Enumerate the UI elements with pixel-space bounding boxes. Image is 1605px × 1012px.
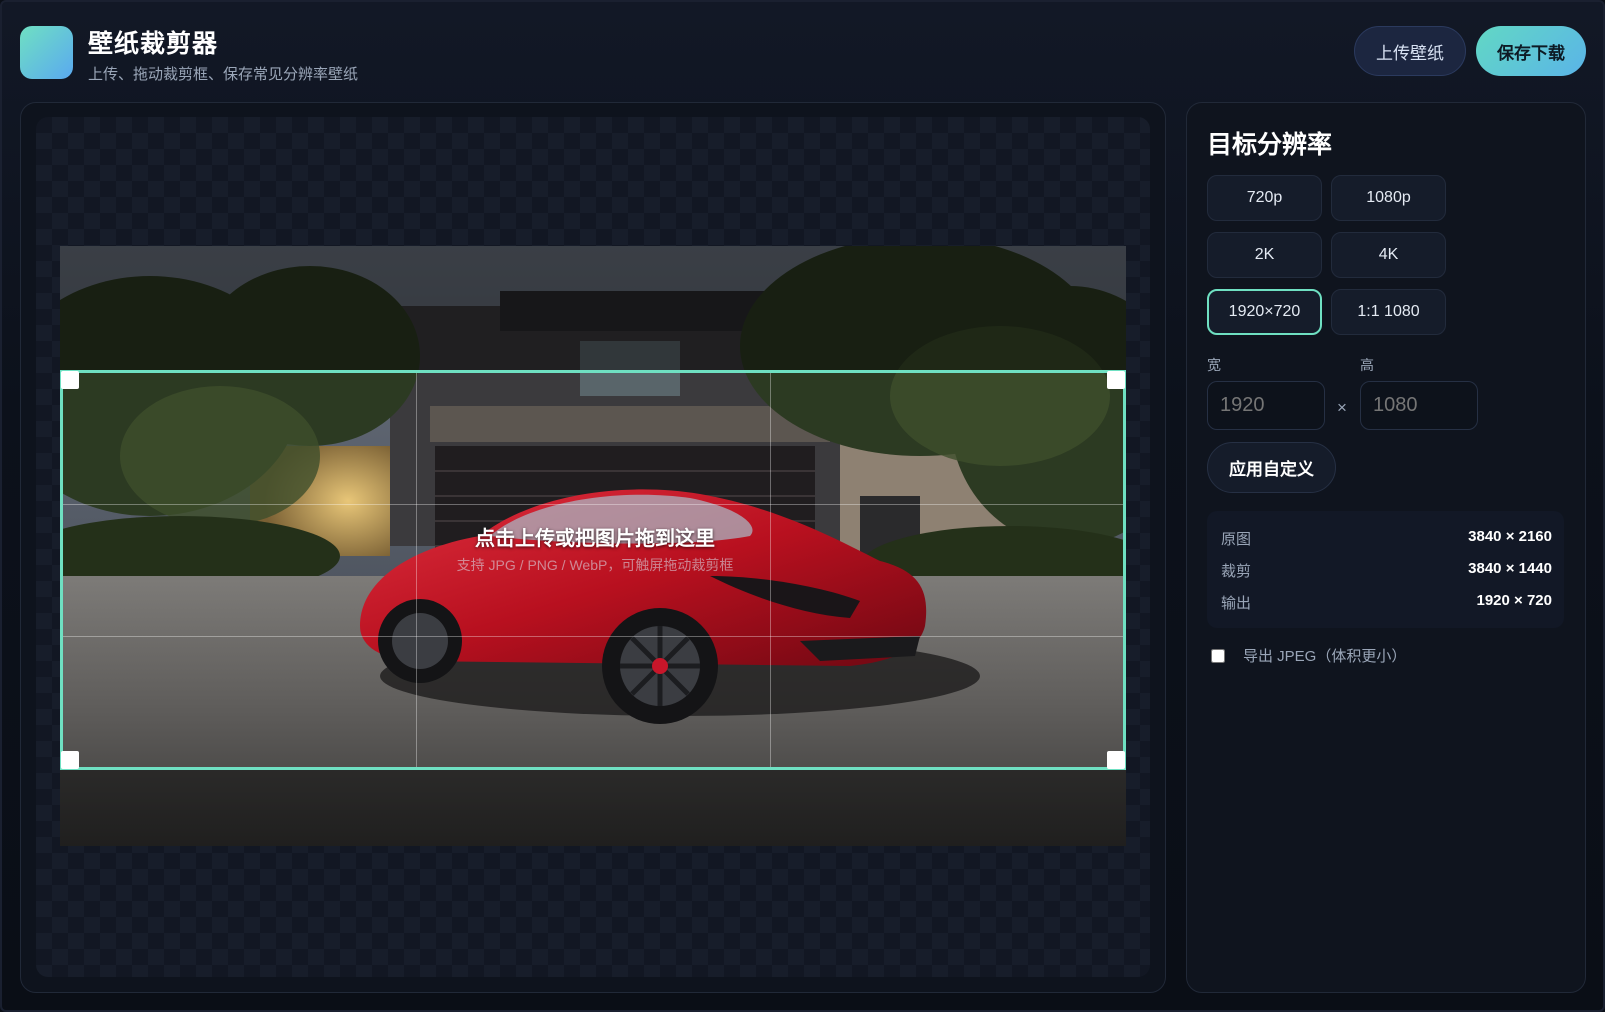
width-input[interactable] [1207, 381, 1325, 430]
preset-1920x720[interactable]: 1920×720 [1207, 289, 1322, 335]
height-label: 高 [1360, 357, 1374, 373]
preset-2k[interactable]: 2K [1207, 232, 1322, 278]
dropzone-hint-subtitle: 支持 JPG / PNG / WebP，可触屏拖动裁剪框 [456, 557, 734, 573]
crop-handle-bottom-left[interactable] [61, 751, 79, 769]
times-symbol: × [1337, 398, 1347, 417]
jpeg-checkbox[interactable] [1211, 648, 1225, 663]
app-logo [20, 26, 73, 79]
jpeg-label: 导出 JPEG（体积更小） [1243, 648, 1407, 665]
crop-grid-line [63, 504, 1123, 506]
upload-button[interactable]: 上传壁纸 [1354, 26, 1466, 76]
preset-720p[interactable]: 720p [1207, 175, 1322, 221]
app-subtitle: 上传、拖动裁剪框、保存常见分辨率壁纸 [88, 66, 359, 83]
jpeg-export-option[interactable]: 导出 JPEG（体积更小） [1211, 645, 1406, 666]
preset-4k[interactable]: 4K [1331, 232, 1446, 278]
crop-size-value: 3840 × 1440 [1468, 560, 1552, 577]
preset-1080p[interactable]: 1080p [1331, 175, 1446, 221]
output-size-value: 1920 × 720 [1476, 592, 1553, 609]
height-input[interactable] [1360, 381, 1478, 430]
preset-square-1080[interactable]: 1:1 1080 [1331, 289, 1446, 335]
crop-grid-line [63, 635, 1123, 637]
crop-size-label: 裁剪 [1221, 563, 1252, 580]
crop-mask-bottom [60, 770, 1126, 846]
apply-custom-button[interactable]: 应用自定义 [1207, 442, 1336, 493]
original-size-value: 3840 × 2160 [1468, 528, 1552, 545]
app-title: 壁纸裁剪器 [88, 30, 219, 58]
output-size-label: 输出 [1221, 595, 1252, 612]
save-download-button[interactable]: 保存下载 [1476, 26, 1586, 76]
crop-handle-top-right[interactable] [1107, 371, 1125, 389]
crop-handle-top-left[interactable] [61, 371, 79, 389]
width-label: 宽 [1207, 357, 1221, 373]
crop-mask-top [60, 246, 1126, 370]
resolution-title: 目标分辨率 [1207, 131, 1333, 159]
original-size-label: 原图 [1221, 531, 1252, 548]
crop-handle-bottom-right[interactable] [1107, 751, 1125, 769]
dropzone-hint-title: 点击上传或把图片拖到这里 [475, 528, 715, 550]
